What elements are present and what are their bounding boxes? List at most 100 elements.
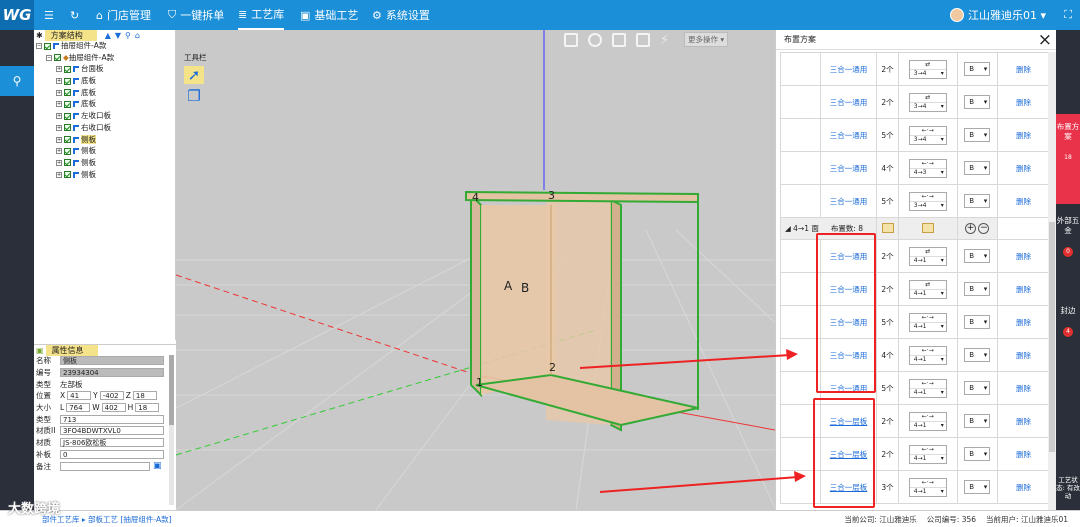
tree-node-root[interactable]: − 抽屉组件-A款: [34, 40, 175, 52]
hardware-link[interactable]: 三合一通用: [820, 85, 877, 119]
delete-link[interactable]: 删除: [997, 338, 1048, 372]
direction-select[interactable]: ←·→ 3→4: [908, 125, 947, 145]
hardware-link[interactable]: 三合一通用: [820, 118, 877, 152]
tab-layout-plan[interactable]: 布置方案 18: [1056, 114, 1080, 204]
more-ops-dropdown[interactable]: 更多操作 ▾: [684, 32, 729, 47]
direction-select[interactable]: ⇄ 4→1: [908, 279, 947, 299]
side-select[interactable]: B: [964, 194, 991, 208]
side-select[interactable]: B: [964, 161, 991, 175]
direction-select[interactable]: ⇄ 4→1: [908, 246, 947, 266]
3d-viewport[interactable]: 4 3 A B 1 2 ⚡ 更多操作 ▾ 工具栏 ➚ ❐: [176, 30, 775, 510]
tree-node[interactable]: + 台面板: [34, 63, 175, 75]
tree-node[interactable]: + 底板: [34, 87, 175, 99]
delete-link[interactable]: 删除: [997, 272, 1048, 306]
size-l-field[interactable]: 764: [66, 403, 91, 413]
direction-select[interactable]: ⇄ 3→4: [908, 59, 947, 79]
remove-row-icon[interactable]: −: [978, 223, 990, 234]
side-select[interactable]: B: [964, 62, 991, 76]
pos-x-field[interactable]: 41: [67, 391, 92, 401]
tree-node[interactable]: + 侧板: [34, 157, 175, 169]
side-select[interactable]: B: [964, 381, 991, 395]
frame-icon[interactable]: [612, 32, 626, 47]
direction-select[interactable]: ←·→ 4→1: [908, 411, 947, 431]
side-select[interactable]: B: [964, 282, 991, 296]
direction-select[interactable]: ←·→ 4→1: [908, 312, 947, 332]
kind-field[interactable]: 713: [60, 414, 164, 424]
nav-system-settings[interactable]: ⚙ 系统设置: [372, 0, 430, 30]
delete-link[interactable]: 删除: [997, 437, 1048, 471]
delete-link[interactable]: 删除: [997, 404, 1048, 438]
edit-icon[interactable]: [881, 222, 894, 233]
user-menu[interactable]: 江山雅迪乐01 ▾: [949, 0, 1046, 30]
copy-icon[interactable]: ❐: [184, 87, 204, 105]
hardware-link[interactable]: 三合一通用: [820, 52, 877, 86]
side-select[interactable]: B: [964, 447, 991, 461]
side-select[interactable]: B: [964, 414, 991, 428]
tree-node[interactable]: + 底板: [34, 98, 175, 110]
edit-icon[interactable]: [921, 222, 934, 233]
props-scrollbar[interactable]: [169, 355, 174, 505]
tree-node[interactable]: + 侧板: [34, 169, 175, 181]
hardware-link[interactable]: 三合一通用: [820, 184, 877, 218]
breadcrumb[interactable]: 部件工艺库 ▸ 部板工艺 [抽屉组件-A款]: [42, 514, 172, 525]
close-icon[interactable]: ×: [1038, 30, 1052, 50]
tree-node[interactable]: + 底板: [34, 75, 175, 87]
delete-link[interactable]: 删除: [997, 305, 1048, 339]
delete-link[interactable]: 删除: [997, 118, 1048, 152]
size-h-field[interactable]: 18: [135, 403, 160, 413]
select-arrow-icon[interactable]: ➚: [184, 66, 204, 84]
side-select[interactable]: B: [964, 480, 991, 494]
hardware-link[interactable]: 三合一通用: [820, 151, 877, 185]
side-select[interactable]: B: [964, 128, 991, 142]
delete-link[interactable]: 删除: [997, 371, 1048, 405]
fullscreen-icon[interactable]: ⛶: [1064, 8, 1072, 22]
fit-icon[interactable]: [636, 32, 650, 47]
delete-link[interactable]: 删除: [997, 85, 1048, 119]
nav-one-click-split[interactable]: ⛉ 一键拆单: [168, 0, 224, 30]
side-select[interactable]: B: [964, 249, 991, 263]
side-select[interactable]: B: [964, 95, 991, 109]
delete-link[interactable]: 删除: [997, 52, 1048, 86]
material-field[interactable]: JS-806欧松板: [60, 438, 164, 448]
flash-icon[interactable]: ⚡: [660, 33, 674, 48]
tab-hardware[interactable]: 外部五金 0: [1056, 208, 1080, 288]
pos-y-field[interactable]: -402: [99, 391, 124, 401]
plate-field[interactable]: 0: [60, 449, 164, 459]
delete-link[interactable]: 删除: [997, 470, 1048, 504]
delete-link[interactable]: 删除: [997, 184, 1048, 218]
direction-select[interactable]: ←·→ 4→1: [908, 444, 947, 464]
tree-node-selected[interactable]: + 侧板: [34, 134, 175, 146]
tree-node[interactable]: + 右收口板: [34, 122, 175, 134]
tree-node-child[interactable]: − ◆抽屉组件-A款: [34, 52, 175, 64]
direction-select[interactable]: ←·→ 4→1: [908, 345, 947, 365]
target-icon[interactable]: [588, 32, 602, 47]
side-select[interactable]: B: [964, 315, 991, 329]
tree-node[interactable]: + 侧板: [34, 145, 175, 157]
nav-process-library[interactable]: ≣ 工艺库: [238, 0, 285, 30]
direction-select[interactable]: ←·→ 3→4: [908, 191, 947, 211]
save-icon[interactable]: ▣: [153, 461, 162, 471]
code-field[interactable]: 23934304: [60, 368, 164, 378]
note-field[interactable]: [60, 461, 150, 471]
delete-link[interactable]: 删除: [997, 151, 1048, 185]
side-select[interactable]: B: [964, 348, 991, 362]
tab-edge-banding[interactable]: 封边 4: [1056, 298, 1080, 358]
bike-icon[interactable]: ⚲: [0, 66, 34, 96]
nav-basic-process[interactable]: ▣ 基础工艺: [300, 0, 358, 30]
refresh-icon[interactable]: ↻: [70, 0, 79, 30]
direction-select[interactable]: ←·→ 4→1: [908, 477, 947, 497]
direction-select[interactable]: ←·→ 4→3: [908, 158, 947, 178]
add-row-icon[interactable]: +: [965, 223, 977, 234]
delete-link[interactable]: 删除: [997, 239, 1048, 273]
size-w-field[interactable]: 402: [101, 403, 126, 413]
nav-store-management[interactable]: ⌂ 门店管理: [96, 0, 151, 30]
tree-toolbar[interactable]: ▲▼⚲⌂: [105, 31, 144, 40]
material2-field[interactable]: 3FO4BDWTXVL0: [60, 426, 164, 436]
direction-select[interactable]: ←·→ 4→1: [908, 378, 947, 398]
dialog-scrollbar[interactable]: [1048, 52, 1056, 510]
menu-icon[interactable]: ☰: [44, 0, 54, 30]
tree-node[interactable]: + 左收口板: [34, 110, 175, 122]
save-view-icon[interactable]: [564, 32, 578, 47]
pos-z-field[interactable]: 18: [132, 391, 157, 401]
name-field[interactable]: 侧板: [60, 356, 164, 366]
